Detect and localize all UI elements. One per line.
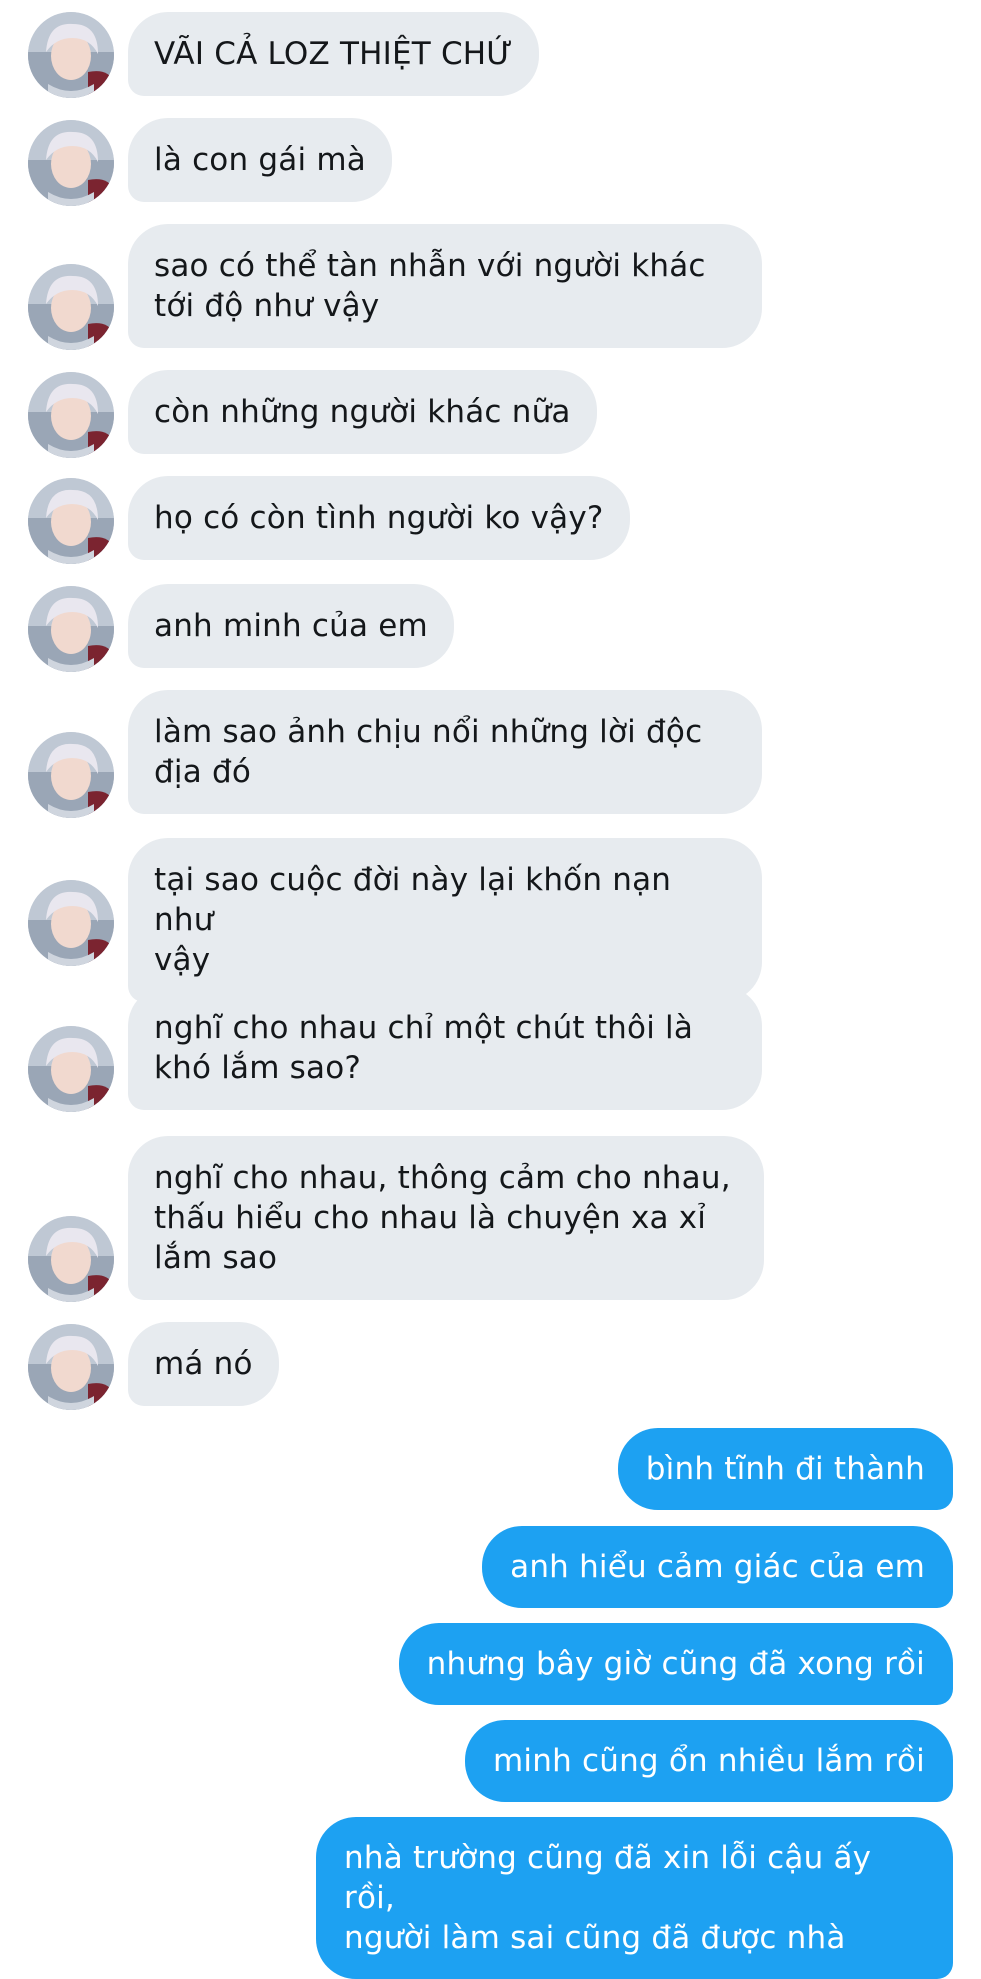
sender-avatar[interactable] [28, 1216, 114, 1302]
sender-avatar[interactable] [28, 586, 114, 672]
incoming-message-bubble[interactable]: VÃI CẢ LOZ THIỆT CHỨ [128, 12, 540, 96]
user-avatar-photo-icon [28, 586, 114, 672]
incoming-message-bubble[interactable]: má nó [128, 1322, 279, 1406]
user-avatar-photo-icon [28, 1216, 114, 1302]
user-avatar-photo-icon [28, 264, 114, 350]
sender-avatar[interactable] [28, 120, 114, 206]
outgoing-message-bubble[interactable]: anh hiểu cảm giác của em [482, 1526, 953, 1608]
incoming-message-bubble[interactable]: còn những người khác nữa [128, 370, 597, 454]
outgoing-message-bubble[interactable]: bình tĩnh đi thành [617, 1428, 953, 1510]
outgoing-message-bubble[interactable]: nhà trường cũng đã xin lỗi cậu ấy rồi, n… [316, 1817, 953, 1979]
incoming-message-bubble[interactable]: nghĩ cho nhau, thông cảm cho nhau, thấu … [128, 1136, 764, 1300]
sender-avatar[interactable] [28, 12, 114, 98]
incoming-message-bubble[interactable]: sao có thể tàn nhẫn với người khác tới đ… [128, 224, 762, 348]
user-avatar-photo-icon [28, 372, 114, 458]
outgoing-message-bubble[interactable]: minh cũng ổn nhiều lắm rồi [465, 1720, 953, 1802]
sender-avatar[interactable] [28, 264, 114, 350]
sender-avatar[interactable] [28, 880, 114, 966]
incoming-message-bubble[interactable]: anh minh của em [128, 584, 454, 668]
user-avatar-photo-icon [28, 880, 114, 966]
user-avatar-photo-icon [28, 1324, 114, 1410]
user-avatar-photo-icon [28, 478, 114, 564]
sender-avatar[interactable] [28, 1324, 114, 1410]
conversation-thread: VÃI CẢ LOZ THIỆT CHỨ là con gái mà sao c… [0, 0, 981, 1979]
sender-avatar[interactable] [28, 1026, 114, 1112]
user-avatar-photo-icon [28, 732, 114, 818]
incoming-message-bubble[interactable]: họ có còn tình người ko vậy? [128, 476, 630, 560]
incoming-message-bubble[interactable]: tại sao cuộc đời này lại khốn nạn như vậ… [128, 838, 762, 1002]
incoming-message-bubble[interactable]: là con gái mà [128, 118, 392, 202]
incoming-message-bubble[interactable]: làm sao ảnh chịu nổi những lời độc địa đ… [128, 690, 762, 814]
sender-avatar[interactable] [28, 732, 114, 818]
outgoing-message-bubble[interactable]: nhưng bây giờ cũng đã xong rồi [398, 1623, 953, 1705]
user-avatar-photo-icon [28, 120, 114, 206]
sender-avatar[interactable] [28, 478, 114, 564]
sender-avatar[interactable] [28, 372, 114, 458]
user-avatar-photo-icon [28, 1026, 114, 1112]
incoming-message-bubble[interactable]: nghĩ cho nhau chỉ một chút thôi là khó l… [128, 986, 762, 1110]
user-avatar-photo-icon [28, 12, 114, 98]
